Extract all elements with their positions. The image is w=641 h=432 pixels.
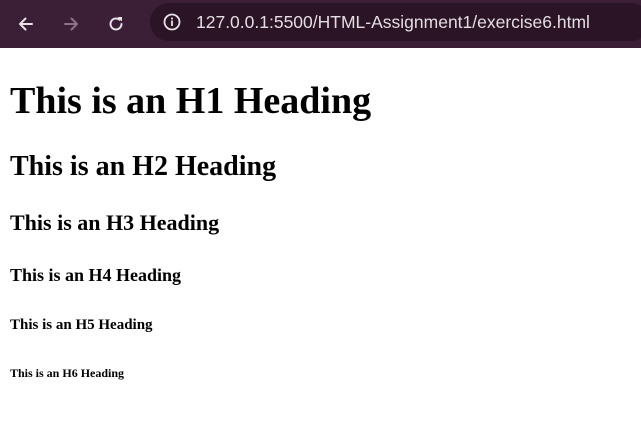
heading-h5: This is an H5 Heading [10, 317, 153, 333]
heading-h3: This is an H3 Heading [10, 210, 220, 235]
reload-icon [109, 17, 123, 31]
forward-arrow-icon [64, 17, 78, 31]
back-arrow-icon [19, 17, 33, 31]
heading-h1: This is an H1 Heading [10, 80, 372, 122]
heading-h2: This is an H2 Heading [10, 151, 277, 182]
browser-toolbar: 127.0.0.1:5500/HTML-Assignment1/exercise… [0, 0, 641, 48]
address-bar[interactable]: 127.0.0.1:5500/HTML-Assignment1/exercise… [150, 3, 641, 41]
reload-button[interactable] [100, 8, 132, 40]
site-info-button[interactable] [160, 10, 184, 34]
back-button[interactable] [10, 8, 42, 40]
page-content: This is an H1 Heading This is an H2 Head… [0, 48, 641, 432]
url-text[interactable]: 127.0.0.1:5500/HTML-Assignment1/exercise… [196, 12, 590, 33]
info-icon [163, 13, 181, 31]
forward-button[interactable] [55, 8, 87, 40]
heading-h4: This is an H4 Heading [10, 265, 182, 285]
heading-h6: This is an H6 Heading [10, 366, 125, 380]
